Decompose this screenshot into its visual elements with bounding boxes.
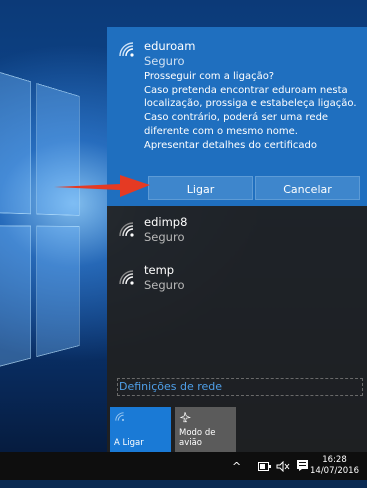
- network-item-edimp8[interactable]: edimp8 Seguro: [107, 207, 367, 252]
- network-security-status: Seguro: [144, 230, 185, 244]
- cancel-button[interactable]: Cancelar: [255, 176, 360, 200]
- network-name: temp: [144, 263, 175, 277]
- action-center-icon[interactable]: [296, 459, 309, 472]
- quick-action-airplane-mode[interactable]: Modo de avião: [175, 407, 236, 452]
- taskbar-clock[interactable]: 16:28 14/07/2016: [310, 455, 359, 477]
- quick-action-wifi[interactable]: A Ligar: [110, 407, 171, 452]
- prompt-message: Caso pretenda encontrar eduroam nesta lo…: [144, 84, 357, 137]
- clock-date: 14/07/2016: [310, 466, 359, 476]
- red-arrow-icon: [54, 175, 150, 197]
- connection-prompt: Prosseguir com a ligação? Caso pretenda …: [144, 70, 366, 152]
- network-flyout: eduroam Seguro Prosseguir com a ligação?…: [107, 27, 367, 452]
- wifi-signal-icon: [119, 222, 134, 237]
- network-security-status: Seguro: [144, 54, 185, 68]
- wifi-signal-icon: [119, 270, 134, 285]
- airplane-icon: [179, 412, 191, 423]
- windows-logo-graphic: [0, 60, 84, 400]
- network-name: eduroam: [144, 39, 196, 53]
- clock-time: 16:28: [322, 455, 347, 465]
- certificate-details-link[interactable]: Apresentar detalhes do certificado: [144, 139, 366, 153]
- wifi-icon: [115, 412, 125, 422]
- network-security-status: Seguro: [144, 278, 185, 292]
- quick-action-label: Modo de avião: [179, 428, 216, 448]
- speaker-muted-icon[interactable]: [276, 461, 290, 472]
- chevron-up-icon[interactable]: ^: [232, 460, 241, 488]
- taskbar: ^ 16:28 14/07/2016: [0, 452, 367, 480]
- battery-icon[interactable]: [258, 462, 271, 471]
- network-item-temp[interactable]: temp Seguro: [107, 255, 367, 300]
- wifi-signal-icon: [119, 42, 134, 57]
- quick-action-label: A Ligar: [114, 438, 144, 448]
- network-settings-link[interactable]: Definições de rede: [117, 378, 363, 396]
- network-name: edimp8: [144, 215, 188, 229]
- connect-button[interactable]: Ligar: [148, 176, 253, 200]
- prompt-question: Prosseguir com a ligação?: [144, 71, 275, 82]
